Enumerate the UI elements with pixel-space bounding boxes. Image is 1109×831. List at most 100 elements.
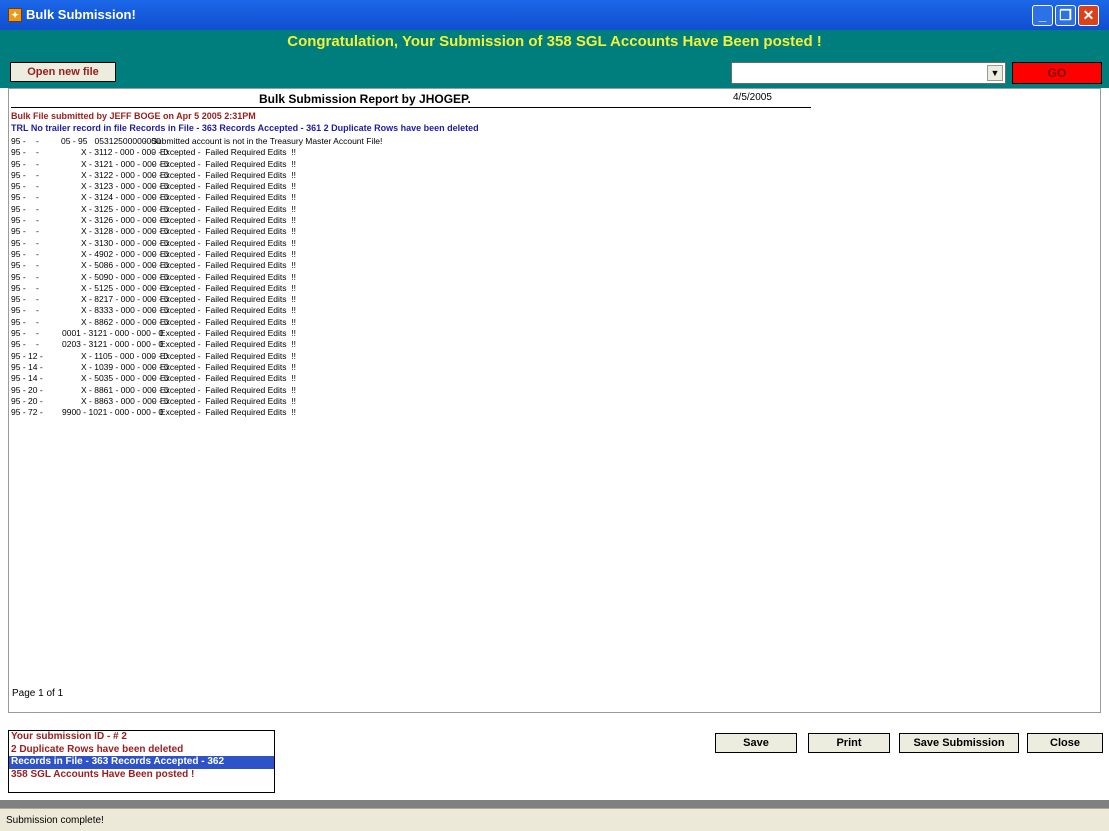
report-cell-a: 95 - <box>11 215 26 226</box>
report-cell-d: - Excepted - Failed Required Edits !! <box>150 305 296 316</box>
status-text: Submission complete! <box>6 815 104 826</box>
report-cell-d: - Excepted - Failed Required Edits !! <box>150 215 296 226</box>
report-cell-a: 95 - <box>11 181 26 192</box>
report-cell-d: - Excepted - Failed Required Edits !! <box>150 248 296 259</box>
report-cell-a: 95 - <box>11 226 26 237</box>
open-new-file-button[interactable]: Open new file <box>10 62 116 82</box>
minimize-button[interactable]: _ <box>1032 5 1053 26</box>
title-bar: ✦ Bulk Submission! _ ❐ ✕ <box>0 0 1109 30</box>
report-cell-a: 95 - <box>11 158 26 169</box>
report-cell-d: - Submitted account is not in the Treasu… <box>139 136 383 146</box>
report-cell-a: 95 - 20 - <box>11 384 43 395</box>
report-cell-d: - Excepted - Failed Required Edits !! <box>150 192 296 203</box>
report-cell-b: - <box>36 147 39 158</box>
report-cell-d: - Excepted - Failed Required Edits !! <box>150 158 296 169</box>
report-cell-a: 95 - <box>11 192 26 203</box>
report-cell-b: - <box>36 271 39 282</box>
report-cell-b: - <box>36 248 39 259</box>
report-cell-d: - Excepted - Failed Required Edits !! <box>150 226 296 237</box>
report-cell-b: - <box>36 316 39 327</box>
file-select-dropdown[interactable]: ▼ <box>731 62 1006 84</box>
summary-line-selected[interactable]: Records in File - 363 Records Accepted -… <box>9 756 274 769</box>
report-cell-a: 95 - 14 - <box>11 361 43 372</box>
report-cell-d: - Excepted - Failed Required Edits !! <box>150 395 296 406</box>
print-button[interactable]: Print <box>808 733 890 753</box>
save-button[interactable]: Save <box>715 733 797 753</box>
report-cell-a: 95 - <box>11 260 26 271</box>
close-window-button[interactable]: ✕ <box>1078 5 1099 26</box>
report-cell-b: - <box>36 260 39 271</box>
report-cell-a: 95 - <box>11 237 26 248</box>
report-cell-b: - <box>36 328 39 339</box>
report-cell-b: - <box>36 181 39 192</box>
summary-line: 358 SGL Accounts Have Been posted ! <box>11 768 195 780</box>
report-cell-b: - <box>36 169 39 180</box>
report-cell-b: - <box>36 192 39 203</box>
report-cell-b: - <box>36 136 39 146</box>
report-cell-c: 0203 - 3121 - 000 - 000 - 0 <box>62 339 164 350</box>
report-cell-d: - Excepted - Failed Required Edits !! <box>150 169 296 180</box>
report-cell-a: 95 - <box>11 316 26 327</box>
report-cell-a: 95 - 14 - <box>11 373 43 384</box>
maximize-button[interactable]: ❐ <box>1055 5 1076 26</box>
report-cell-a: 95 - <box>11 305 26 316</box>
report-cell-b: - <box>36 226 39 237</box>
report-cell-b: - <box>36 215 39 226</box>
report-cell-d: - Excepted - Failed Required Edits !! <box>150 361 296 372</box>
report-cell-d: - Excepted - Failed Required Edits !! <box>150 316 296 327</box>
summary-line: Your submission ID - # 2 <box>11 731 127 742</box>
report-cell-d: - Excepted - Failed Required Edits !! <box>150 237 296 248</box>
close-button[interactable]: Close <box>1027 733 1103 753</box>
report-cell-a: 95 - <box>11 147 26 158</box>
go-button[interactable]: GO <box>1012 62 1102 84</box>
summary-line: 2 Duplicate Rows have been deleted <box>11 743 184 755</box>
report-cell-b: - <box>36 305 39 316</box>
report-date: 4/5/2005 <box>733 92 772 103</box>
app-window-icon: ✦ <box>8 8 22 22</box>
report-panel: Bulk Submission Report by JHOGEP. 4/5/20… <box>8 88 1101 713</box>
chevron-down-icon[interactable]: ▼ <box>987 65 1003 81</box>
report-cell-a: 95 - <box>11 203 26 214</box>
page-label: Page 1 of 1 <box>12 688 64 699</box>
report-cell-a: 95 - 72 - <box>11 407 43 418</box>
report-cell-a: 95 - <box>11 169 26 180</box>
report-cell-b: - <box>36 339 39 350</box>
report-divider <box>11 107 811 108</box>
report-cell-b: - <box>36 203 39 214</box>
window-title: Bulk Submission! <box>26 7 136 22</box>
status-bar: Submission complete! <box>0 808 1109 831</box>
report-cell-b: - <box>36 294 39 305</box>
report-cell-d: - Excepted - Failed Required Edits !! <box>150 282 296 293</box>
submission-summary: Your submission ID - # 2 2 Duplicate Row… <box>8 730 275 793</box>
report-cell-d: - Excepted - Failed Required Edits !! <box>150 203 296 214</box>
report-cell-d: - Excepted - Failed Required Edits !! <box>150 328 296 339</box>
report-cell-d: - Excepted - Failed Required Edits !! <box>150 271 296 282</box>
report-cell-b: - <box>36 282 39 293</box>
report-title: Bulk Submission Report by JHOGEP. <box>259 92 471 106</box>
report-cell-d: - Excepted - Failed Required Edits !! <box>150 260 296 271</box>
report-cell-d: - Excepted - Failed Required Edits !! <box>150 373 296 384</box>
report-cell-d: - Excepted - Failed Required Edits !! <box>150 294 296 305</box>
report-cell-d: - Excepted - Failed Required Edits !! <box>150 350 296 361</box>
report-cell-a: 95 - <box>11 339 26 350</box>
report-cell-c: 0001 - 3121 - 000 - 000 - 0 <box>62 328 164 339</box>
submitted-by-line: Bulk File submitted by JEFF BOGE on Apr … <box>11 111 256 121</box>
report-cell-d: - Excepted - Failed Required Edits !! <box>150 407 296 418</box>
report-cell-b: - <box>36 237 39 248</box>
report-cell-a: 95 - 20 - <box>11 395 43 406</box>
report-cell-a: 95 - 12 - <box>11 350 43 361</box>
report-cell-d: - Excepted - Failed Required Edits !! <box>150 384 296 395</box>
report-cell-b: - <box>36 158 39 169</box>
report-cell-a: 95 - <box>11 282 26 293</box>
trailer-record-line: TRL No trailer record in file Records in… <box>11 123 479 133</box>
save-submission-button[interactable]: Save Submission <box>899 733 1019 753</box>
report-cell-a: 95 - <box>11 248 26 259</box>
separator-band <box>0 800 1109 808</box>
congratulation-message: Congratulation, Your Submission of 358 S… <box>287 33 822 50</box>
report-cell-c: 9900 - 1021 - 000 - 000 - 0 <box>62 407 164 418</box>
report-cell-a: 95 - <box>11 136 26 146</box>
report-cell-a: 95 - <box>11 328 26 339</box>
report-cell-a: 95 - <box>11 271 26 282</box>
report-cell-a: 95 - <box>11 294 26 305</box>
report-cell-d: - Excepted - Failed Required Edits !! <box>150 147 296 158</box>
